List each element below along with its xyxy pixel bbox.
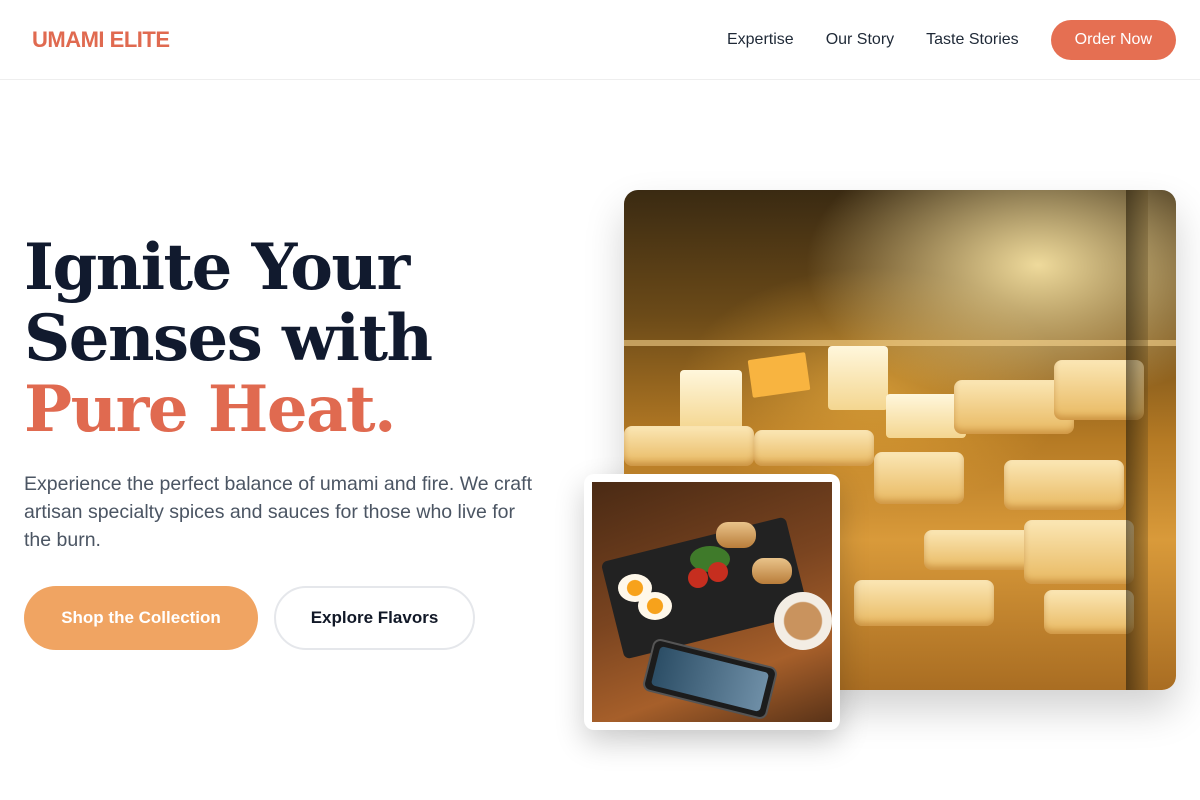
pastry-item: [854, 580, 994, 626]
shop-collection-button[interactable]: Shop the Collection: [24, 586, 258, 650]
pastry-item: [924, 530, 1034, 570]
main-nav: Expertise Our Story Taste Stories Order …: [727, 19, 1176, 60]
order-now-button[interactable]: Order Now: [1050, 19, 1176, 60]
hero-title-line-1: Ignite Your: [24, 230, 410, 305]
brand-logo[interactable]: UMAMI ELITE: [32, 27, 170, 53]
coffee-cup: [774, 592, 832, 650]
pastry-tub: [828, 346, 888, 410]
hero-title-line-2: Senses with: [24, 301, 433, 376]
smartphone: [641, 637, 779, 721]
tomato-slice: [708, 562, 728, 582]
site-header: UMAMI ELITE Expertise Our Story Taste St…: [0, 0, 1200, 80]
pastry-item: [1044, 590, 1134, 634]
price-tag: [747, 352, 811, 398]
breakfast-image-card: [584, 474, 840, 730]
pastry-item: [624, 426, 754, 466]
fried-egg: [638, 592, 672, 620]
display-case-frame: [1126, 190, 1148, 690]
explore-flavors-button[interactable]: Explore Flavors: [274, 586, 475, 650]
bread-roll: [716, 522, 756, 548]
nav-link-expertise[interactable]: Expertise: [727, 31, 794, 49]
tomato-slice: [688, 568, 708, 588]
nav-link-our-story[interactable]: Our Story: [826, 31, 894, 49]
hero-description: Experience the perfect balance of umami …: [24, 473, 532, 551]
breakfast-image: [592, 482, 832, 722]
bread-roll: [752, 558, 792, 584]
pastry-item: [1004, 460, 1124, 510]
display-shelf: [624, 340, 1176, 346]
pastry-tub: [680, 370, 742, 430]
hero-title: Ignite Your Senses with Pure Heat.: [24, 232, 584, 445]
pastry-item: [874, 452, 964, 504]
hero-title-accent: Pure Heat.: [24, 372, 396, 447]
pastry-item: [754, 430, 874, 466]
nav-link-taste-stories[interactable]: Taste Stories: [926, 31, 1018, 49]
pastry-item: [1024, 520, 1134, 584]
